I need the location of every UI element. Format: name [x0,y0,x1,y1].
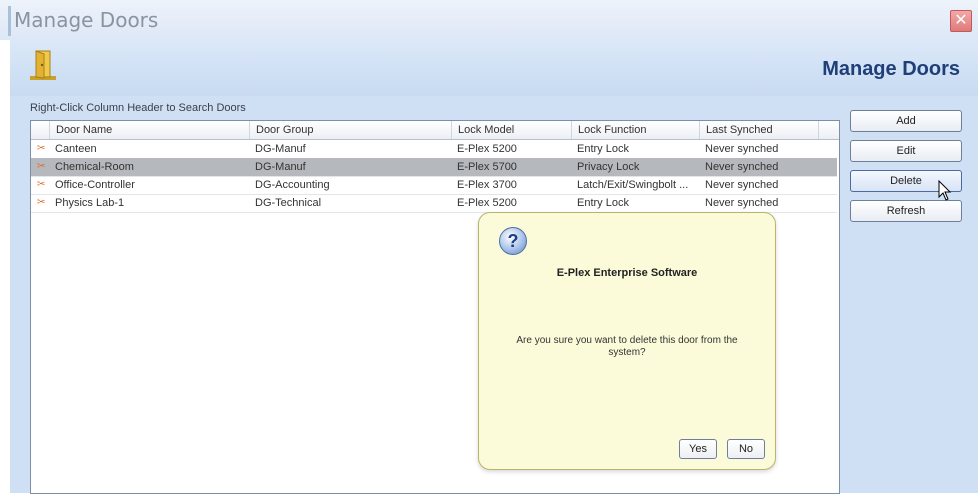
page-title: Manage Doors [822,58,960,80]
cell-lock-model: E-Plex 5700 [457,161,517,173]
title-bar: Manage Doors ✕ [0,0,978,40]
edit-button[interactable]: Edit [850,140,962,162]
cell-door-name: Canteen [55,143,97,155]
refresh-button[interactable]: Refresh [850,200,962,222]
title-edge [8,6,11,36]
column-header-door-group[interactable]: Door Group [249,121,451,139]
table-row[interactable]: ✂ Canteen DG-Manuf E-Plex 5200 Entry Loc… [31,140,837,159]
cell-lock-model: E-Plex 5200 [457,197,517,209]
yes-button[interactable]: Yes [679,439,717,459]
cell-lock-function: Privacy Lock [577,161,640,173]
door-row-icon: ✂ [37,179,46,190]
cell-door-name: Office-Controller [55,179,135,191]
close-button[interactable]: ✕ [950,10,972,32]
cell-last-synched: Never synched [705,143,779,155]
table-row[interactable]: ✂ Physics Lab-1 DG-Technical E-Plex 5200… [31,194,837,213]
cell-door-name: Chemical-Room [55,161,134,173]
mouse-cursor-icon [938,180,952,201]
door-row-icon: ✂ [37,143,46,154]
cell-door-name: Physics Lab-1 [55,197,125,209]
column-header-lock-model[interactable]: Lock Model [451,121,571,139]
cell-lock-function: Latch/Exit/Swingbolt ... [577,179,689,191]
table-row-selected[interactable]: ✂ Chemical-Room DG-Manuf E-Plex 5700 Pri… [31,158,837,177]
cell-door-group: DG-Technical [255,197,322,209]
search-hint: Right-Click Column Header to Search Door… [30,102,246,114]
cell-door-group: DG-Manuf [255,143,306,155]
question-icon: ? [499,227,527,255]
cell-lock-function: Entry Lock [577,197,629,209]
cell-lock-function: Entry Lock [577,143,629,155]
cell-door-group: DG-Accounting [255,179,330,191]
window-title: Manage Doors [14,8,159,32]
confirm-delete-dialog: ? E-Plex Enterprise Software Are you sur… [478,212,776,470]
add-button[interactable]: Add [850,110,962,132]
dialog-message: Are you sure you want to delete this doo… [516,335,738,358]
column-header-lock-function[interactable]: Lock Function [571,121,699,139]
cell-lock-model: E-Plex 3700 [457,179,517,191]
cell-door-group: DG-Manuf [255,161,306,173]
column-header-door-name[interactable]: Door Name [49,121,249,139]
door-icon [30,50,56,80]
no-button[interactable]: No [727,439,765,459]
grid-header: Door Name Door Group Lock Model Lock Fun… [31,121,839,140]
cell-lock-model: E-Plex 5200 [457,143,517,155]
column-header-last-synched[interactable]: Last Synched [699,121,819,139]
dialog-title: E-Plex Enterprise Software [556,267,698,279]
door-row-icon: ✂ [37,197,46,208]
cell-last-synched: Never synched [705,179,779,191]
cell-last-synched: Never synched [705,197,779,209]
cell-last-synched: Never synched [705,161,779,173]
header-band: Manage Doors [10,40,978,96]
table-row[interactable]: ✂ Office-Controller DG-Accounting E-Plex… [31,176,837,195]
door-row-icon: ✂ [37,161,46,172]
